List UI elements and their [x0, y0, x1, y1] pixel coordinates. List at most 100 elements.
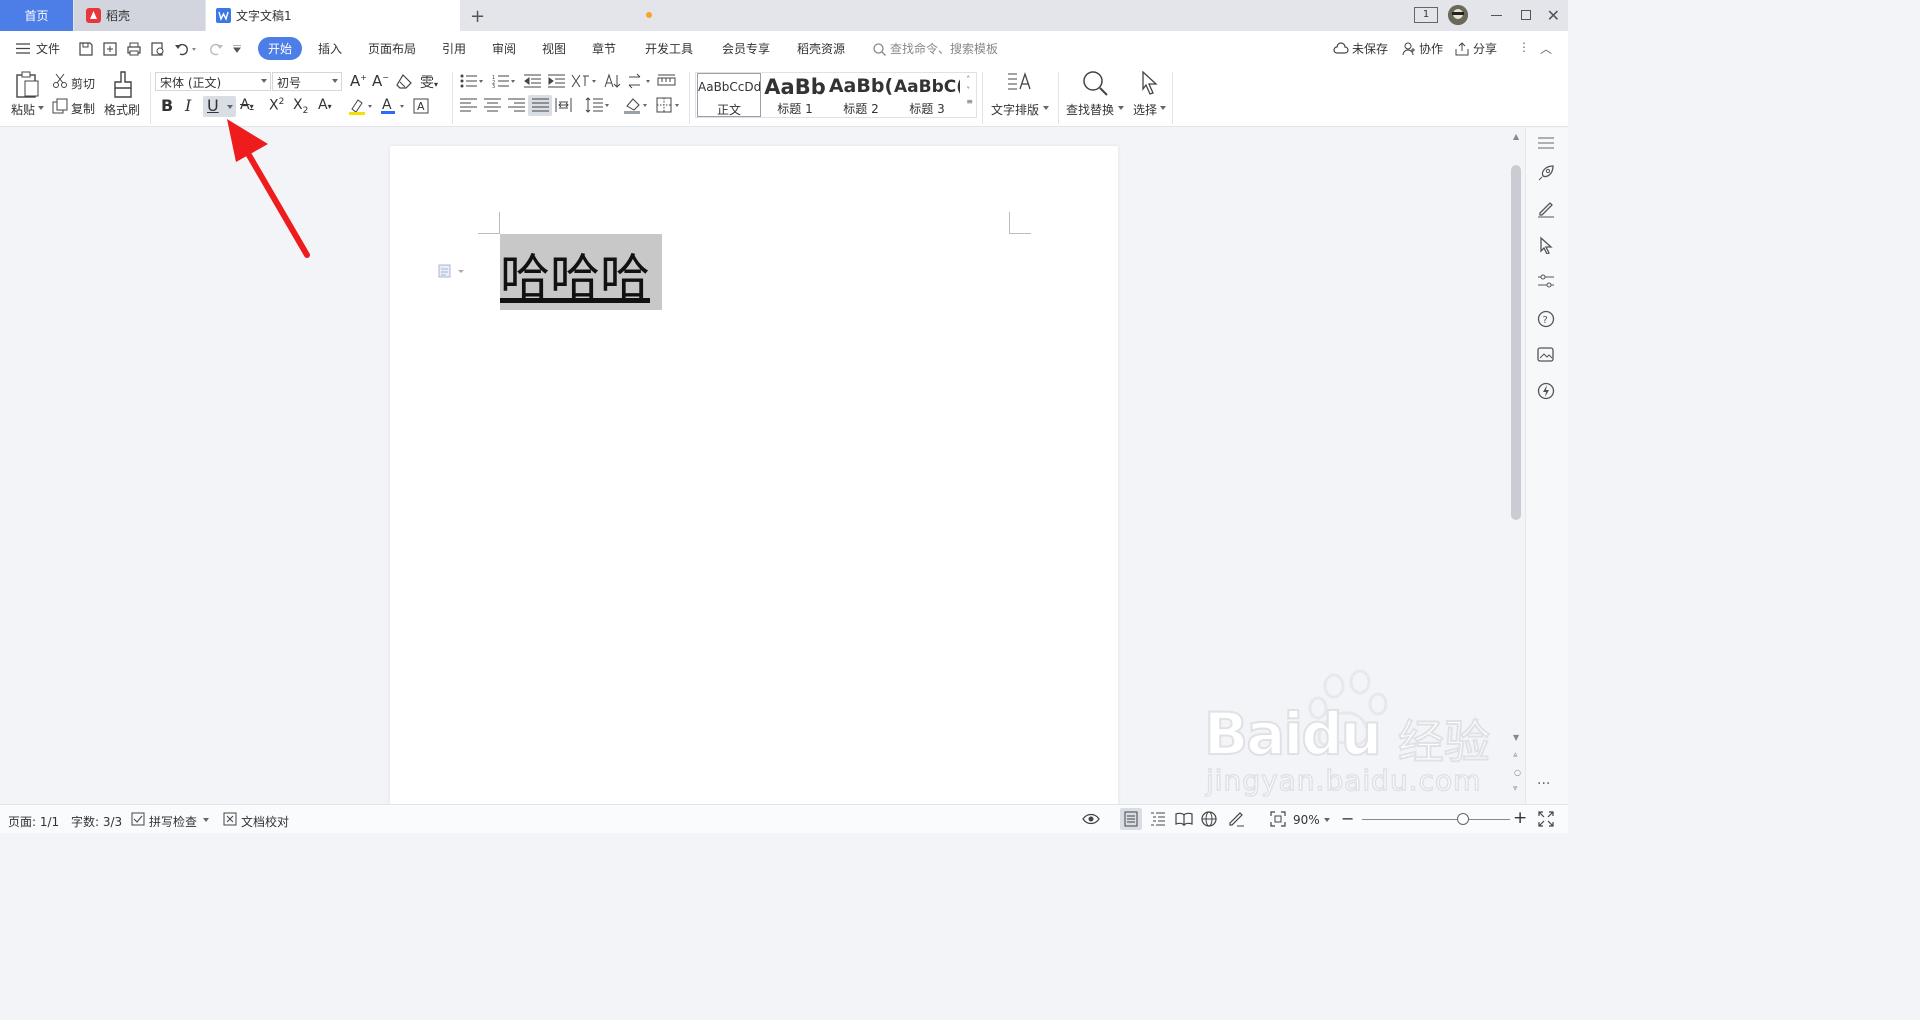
superscript-icon[interactable]: X2	[269, 97, 284, 114]
tab-section[interactable]: 章节	[592, 40, 616, 57]
tab-document[interactable]: 文字文稿1	[206, 0, 652, 31]
grow-font-icon[interactable]: A+	[350, 72, 367, 90]
decrease-indent-icon[interactable]	[524, 74, 541, 88]
window-count-icon[interactable]: 1	[1414, 7, 1438, 23]
show-marks-icon[interactable]	[627, 73, 653, 89]
align-right-icon[interactable]	[508, 98, 525, 112]
avatar[interactable]	[1448, 5, 1468, 25]
document-body-text[interactable]: 哈哈哈	[500, 238, 650, 310]
outline-view-icon[interactable]	[1150, 812, 1166, 826]
text-layout-dropdown-icon[interactable]	[1043, 106, 1049, 110]
style-heading-3[interactable]: AaBbC( 标题 3	[894, 73, 960, 117]
export-pdf-icon[interactable]	[102, 41, 118, 57]
select-dropdown-icon[interactable]	[1160, 106, 1166, 110]
numbered-list-icon[interactable]: 123	[492, 74, 516, 88]
share-button[interactable]: 分享	[1473, 40, 1497, 57]
scroll-down-icon[interactable]: ▼	[1513, 733, 1519, 742]
strikethrough-icon[interactable]: A▾	[240, 97, 254, 113]
spell-check-dropdown-icon[interactable]	[203, 818, 209, 822]
format-painter-button[interactable]: 格式刷	[104, 101, 140, 118]
chinese-layout-icon[interactable]	[571, 73, 597, 89]
text-layout-button[interactable]: 文字排版	[991, 101, 1039, 118]
find-replace-dropdown-icon[interactable]	[1118, 106, 1124, 110]
file-menu[interactable]: 文件	[36, 40, 60, 57]
shading-icon[interactable]	[624, 97, 650, 114]
cut-icon[interactable]	[52, 73, 68, 89]
bold-icon[interactable]: B	[161, 96, 173, 115]
unsaved-button[interactable]: 未保存	[1352, 40, 1388, 57]
italic-icon[interactable]: I	[185, 96, 191, 115]
close-icon[interactable]: ✕	[1547, 6, 1560, 25]
adjust-settings-icon[interactable]	[1537, 272, 1555, 290]
document-page[interactable]: 哈哈哈	[390, 146, 1118, 826]
format-painter-icon[interactable]	[111, 71, 135, 99]
align-center-icon[interactable]	[484, 98, 501, 112]
scroll-up-icon[interactable]: ▲	[1513, 132, 1519, 141]
undo-icon[interactable]	[174, 41, 196, 57]
zoom-level[interactable]: 90%	[1293, 813, 1320, 827]
tab-developer[interactable]: 开发工具	[645, 40, 693, 57]
clear-format-icon[interactable]	[396, 74, 413, 89]
borders-icon[interactable]	[656, 97, 682, 113]
paste-dropdown-icon[interactable]	[38, 106, 44, 110]
minimize-icon[interactable]	[1491, 15, 1502, 16]
tab-page-layout[interactable]: 页面布局	[368, 40, 416, 57]
next-page-icon[interactable]: ⩔	[1513, 783, 1518, 793]
zoom-out-icon[interactable]: −	[1341, 809, 1354, 828]
cut-button[interactable]: 剪切	[71, 75, 95, 92]
spell-check-button[interactable]: 拼写检查	[149, 813, 197, 830]
restore-icon[interactable]	[1521, 10, 1531, 20]
subscript-icon[interactable]: X2	[293, 97, 308, 116]
scrollbar-thumb[interactable]	[1511, 165, 1521, 520]
print-icon[interactable]	[126, 41, 142, 57]
text-layout-icon[interactable]	[1007, 71, 1033, 95]
sidebar-toggle-icon[interactable]	[1537, 136, 1555, 150]
line-spacing-icon[interactable]	[585, 97, 611, 113]
zoom-in-icon[interactable]: +	[1513, 808, 1527, 828]
tab-member[interactable]: 会员专享	[722, 40, 770, 57]
style-heading-2[interactable]: AaBb( 标题 2	[828, 73, 894, 117]
text-effect-icon[interactable]: A▾	[318, 97, 332, 113]
redo-icon[interactable]	[206, 41, 228, 57]
paste-icon[interactable]	[15, 71, 41, 99]
paste-button[interactable]: 粘贴	[11, 101, 35, 118]
lightning-icon[interactable]	[1537, 382, 1555, 400]
align-justify-button[interactable]	[528, 95, 552, 116]
copy-icon[interactable]	[52, 98, 68, 114]
browse-object-icon[interactable]: ○	[1514, 768, 1521, 777]
page-indicator[interactable]: 页面: 1/1	[8, 813, 59, 830]
tab-references[interactable]: 引用	[442, 40, 466, 57]
select-cursor-icon[interactable]	[1140, 71, 1160, 95]
tab-start[interactable]: 开始	[258, 37, 303, 60]
reading-mode-icon[interactable]	[1175, 812, 1193, 826]
help-icon[interactable]: ?	[1537, 310, 1555, 328]
find-replace-button[interactable]: 查找替换	[1066, 101, 1114, 118]
table-tools-icon[interactable]	[657, 74, 676, 88]
char-border-icon[interactable]: A	[413, 98, 429, 114]
collab-button[interactable]: 协作	[1419, 40, 1443, 57]
write-mode-icon[interactable]	[1227, 811, 1245, 827]
tab-review[interactable]: 审阅	[492, 40, 516, 57]
fit-page-icon[interactable]	[1270, 811, 1286, 827]
tab-daoke[interactable]: 稻壳	[74, 0, 205, 31]
style-heading-1[interactable]: AaBb 标题 1	[762, 73, 828, 117]
copy-button[interactable]: 复制	[71, 100, 95, 117]
tab-insert[interactable]: 插入	[318, 40, 342, 57]
collapse-ribbon-icon[interactable]: ︿	[1540, 40, 1552, 57]
select-button[interactable]: 选择	[1133, 101, 1157, 118]
more-options-icon[interactable]: ⋮	[1518, 40, 1530, 54]
search-command-input[interactable]: 查找命令、搜索模板	[890, 40, 998, 57]
fullscreen-icon[interactable]	[1538, 811, 1554, 827]
prev-page-icon[interactable]: ⩓	[1513, 750, 1518, 759]
new-tab-plus-icon[interactable]: +	[470, 6, 485, 27]
proofread-button[interactable]: 文档校对	[241, 813, 289, 830]
tab-daoke-resources[interactable]: 稻壳资源	[797, 40, 845, 57]
font-size-select[interactable]: 初号	[272, 72, 342, 91]
style-normal[interactable]: AaBbCcDd 正文	[697, 73, 761, 117]
quick-access-more-icon[interactable]	[232, 45, 242, 53]
bullet-list-icon[interactable]	[460, 74, 484, 88]
select-pointer-icon[interactable]	[1537, 236, 1555, 254]
word-count[interactable]: 字数: 3/3	[71, 813, 122, 830]
tab-home[interactable]: 首页	[0, 0, 73, 31]
zoom-dropdown-icon[interactable]	[1324, 818, 1330, 822]
